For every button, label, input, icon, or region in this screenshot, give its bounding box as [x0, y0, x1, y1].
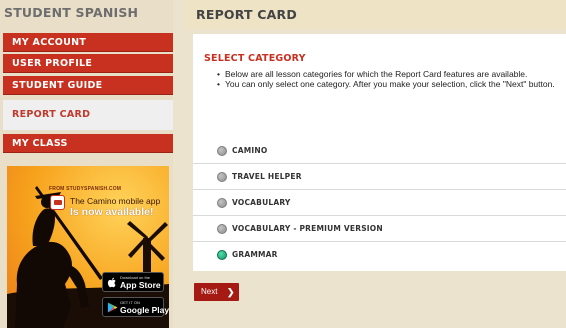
main-content: REPORT CARD SELECT CATEGORY Below are al… — [185, 0, 566, 328]
option-label: TRAVEL HELPER — [232, 172, 302, 181]
sidebar-item-my-class[interactable]: MY CLASS — [3, 134, 173, 153]
radio-button[interactable] — [217, 198, 227, 208]
sidebar-item-user-profile[interactable]: USER PROFILE — [3, 54, 173, 73]
app-store-button[interactable]: Download on the App Store — [102, 272, 164, 292]
next-button-label: Next — [201, 287, 218, 296]
instructions-list: Below are all lesson categories for whic… — [217, 69, 566, 89]
google-play-icon — [107, 302, 118, 313]
section-title: SELECT CATEGORY — [204, 53, 306, 64]
instructions-panel: SELECT CATEGORY Below are all lesson cat… — [193, 34, 566, 152]
ad-subheadline: Is now available! — [70, 206, 154, 218]
apple-icon — [107, 277, 116, 288]
instruction-item: You can only select one category. After … — [217, 79, 566, 89]
instruction-item: Below are all lesson categories for whic… — [217, 69, 566, 79]
option-label: CAMINO — [232, 146, 268, 155]
sidebar: STUDENT SPANISH MY ACCOUNT USER PROFILE … — [0, 0, 173, 328]
next-button[interactable]: Next ❯ — [194, 283, 239, 301]
option-travel-helper[interactable]: TRAVEL HELPER — [193, 164, 566, 190]
sidebar-item-my-account[interactable]: MY ACCOUNT — [3, 33, 173, 52]
radio-button-selected[interactable] — [217, 250, 227, 260]
radio-button[interactable] — [217, 172, 227, 182]
google-play-label: Google Play — [120, 305, 169, 315]
page-title: REPORT CARD — [185, 0, 566, 29]
option-label: VOCABULARY - PREMIUM VERSION — [232, 224, 383, 233]
option-grammar[interactable]: GRAMMAR — [193, 242, 566, 268]
category-options: CAMINO TRAVEL HELPER VOCABULARY VOCABULA… — [193, 138, 566, 271]
radio-button[interactable] — [217, 224, 227, 234]
radio-button[interactable] — [217, 146, 227, 156]
app-store-label: App Store — [120, 280, 161, 290]
sidebar-item-student-guide[interactable]: STUDENT GUIDE — [3, 76, 173, 95]
option-label: VOCABULARY — [232, 198, 291, 207]
option-camino[interactable]: CAMINO — [193, 138, 566, 164]
ad-source-text: FROM STUDYSPANISH.COM — [49, 186, 122, 192]
option-vocabulary[interactable]: VOCABULARY — [193, 190, 566, 216]
sidebar-item-report-card[interactable]: REPORT CARD — [3, 100, 173, 130]
ad-headline: The Camino mobile app — [70, 196, 161, 206]
camino-app-icon — [50, 195, 65, 210]
camino-app-ad[interactable]: FROM STUDYSPANISH.COM The Camino mobile … — [7, 166, 169, 328]
option-vocabulary-premium[interactable]: VOCABULARY - PREMIUM VERSION — [193, 216, 566, 242]
site-brand[interactable]: STUDENT SPANISH — [4, 3, 172, 23]
option-label: GRAMMAR — [232, 250, 278, 259]
google-play-button[interactable]: GET IT ON Google Play — [102, 297, 169, 317]
chevron-right-icon: ❯ — [227, 287, 235, 297]
